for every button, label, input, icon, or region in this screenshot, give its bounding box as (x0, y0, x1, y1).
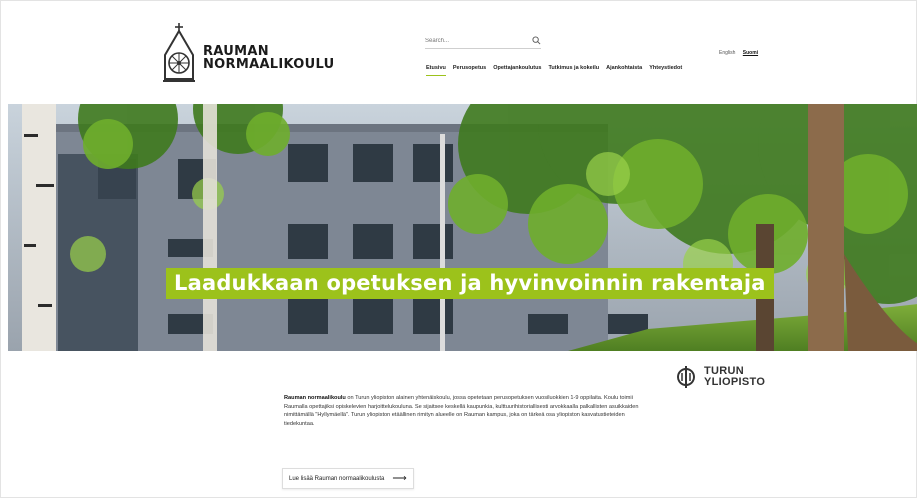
nav-item-perusopetus[interactable]: Perusopetus (453, 65, 486, 71)
intro-paragraph: Rauman normaalikoulu on Turun yliopiston… (284, 394, 644, 428)
turun-wordmark: TURUN YLIOPISTO (704, 366, 765, 388)
turun-line-2: YLIOPISTO (704, 376, 766, 388)
intro-lead: Rauman normaalikoulu (284, 395, 346, 401)
search-input[interactable] (425, 37, 505, 44)
main-nav: Etusivu Perusopetus Opettajankoulutus Tu… (426, 65, 682, 76)
lang-english[interactable]: English (719, 50, 735, 56)
read-more-button[interactable]: Lue lisää Rauman normaalikoulusta ⟶ (282, 468, 414, 489)
school-logo[interactable]: RAUMAN NORMAALIKOULU (161, 21, 335, 85)
nav-item-etusivu[interactable]: Etusivu (426, 65, 446, 76)
nav-item-ajankohtaista[interactable]: Ajankohtaista (606, 65, 642, 71)
language-switcher: English Suomi (719, 50, 764, 56)
logo-line-2: NORMAALIKOULU (203, 57, 335, 72)
arrow-right-icon: ⟶ (392, 472, 407, 484)
search-icon[interactable] (532, 36, 541, 45)
logo-wordmark: RAUMAN NORMAALIKOULU (203, 45, 335, 71)
read-more-label: Lue lisää Rauman normaalikoulusta (289, 475, 385, 482)
lang-suomi[interactable]: Suomi (743, 50, 758, 56)
school-emblem-icon (163, 23, 195, 82)
nav-item-opettajankoulutus[interactable]: Opettajankoulutus (493, 65, 541, 71)
nav-item-yhteystiedot[interactable]: Yhteystiedot (649, 65, 682, 71)
nav-item-tutkimus[interactable]: Tutkimus ja kokeilu (548, 65, 599, 71)
search-box[interactable] (425, 33, 541, 49)
hero-image (8, 104, 917, 351)
hero-banner (8, 104, 917, 351)
page: RAUMAN NORMAALIKOULU English Suomi Etusi… (0, 0, 917, 498)
hero-headline: Laadukkaan opetuksen ja hyvinvoinnin rak… (166, 268, 774, 299)
turun-yliopisto-emblem-icon (676, 366, 696, 388)
turun-yliopisto-logo[interactable]: TURUN YLIOPISTO (673, 364, 765, 390)
